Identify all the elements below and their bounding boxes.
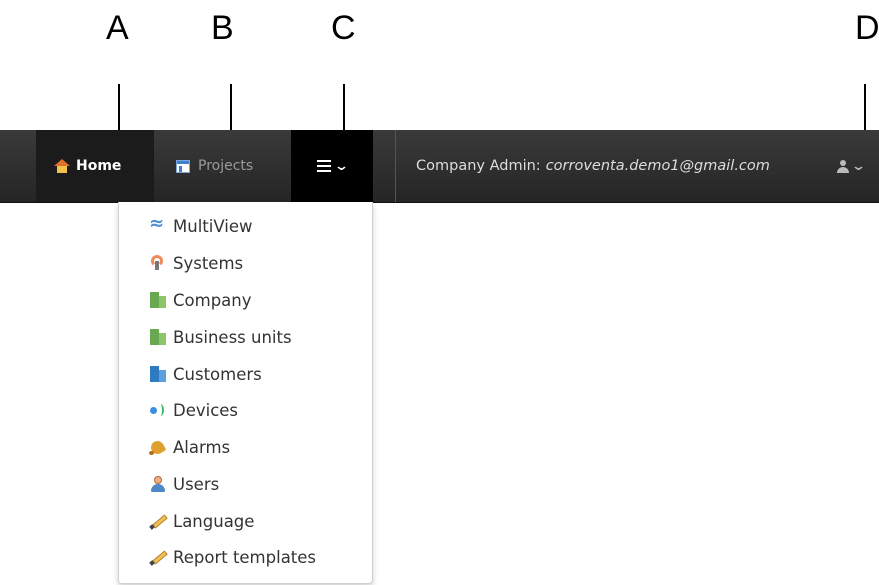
pencil-icon	[149, 513, 167, 529]
menu-item-language[interactable]: Language	[149, 507, 254, 535]
users-icon	[149, 476, 167, 492]
menu-item-systems[interactable]: Systems	[149, 249, 243, 277]
user-menu-toggle[interactable]: ⌄	[837, 130, 867, 202]
systems-icon	[149, 255, 167, 271]
projects-icon	[176, 159, 190, 173]
menu-item-company[interactable]: Company	[149, 286, 252, 314]
menu-item-customers[interactable]: Customers	[149, 360, 262, 388]
company-admin-info: Company Admin: corroventa.demo1@gmail.co…	[416, 130, 770, 202]
menu-item-label: Alarms	[173, 437, 231, 457]
nav-home-tab[interactable]: Home	[36, 130, 154, 202]
chevron-down-icon: ⌄	[333, 158, 350, 174]
pencil-icon	[149, 549, 167, 565]
menu-item-label: Report templates	[173, 547, 317, 567]
company-icon	[149, 292, 167, 308]
admin-role-label: Company Admin:	[416, 158, 541, 174]
menu-item-business-units[interactable]: Business units	[149, 323, 292, 351]
multiview-icon	[149, 213, 167, 234]
menu-item-label: Business units	[173, 327, 292, 347]
chevron-down-icon: ⌄	[850, 158, 867, 174]
user-icon	[837, 159, 849, 173]
menu-item-multiview[interactable]: MultiView	[149, 212, 253, 240]
menu-item-report-templates[interactable]: Report templates	[149, 543, 316, 571]
callout-label-b: B	[211, 9, 234, 47]
nav-home-label: Home	[76, 158, 122, 174]
menu-item-label: Users	[173, 474, 220, 494]
devices-icon	[149, 402, 167, 418]
alarms-icon	[149, 439, 167, 455]
menu-item-devices[interactable]: Devices	[149, 396, 238, 424]
menu-item-label: Devices	[173, 400, 239, 420]
nav-projects-tab[interactable]: Projects	[154, 130, 291, 202]
menu-item-alarms[interactable]: Alarms	[149, 433, 230, 461]
menu-item-label: Language	[173, 511, 255, 531]
callout-label-a: A	[106, 9, 129, 47]
menu-item-label: MultiView	[173, 216, 253, 236]
navbar-divider	[395, 130, 396, 202]
list-icon	[317, 160, 332, 172]
callout-label-d: D	[855, 9, 879, 47]
menu-item-label: Customers	[173, 364, 262, 384]
business-units-icon	[149, 329, 167, 345]
menu-item-label: Systems	[173, 253, 244, 273]
top-navbar: Home Projects ⌄ Company Admin: corrovent…	[0, 130, 879, 203]
main-menu-toggle[interactable]: ⌄	[291, 130, 373, 202]
menu-item-label: Company	[173, 290, 252, 310]
callout-label-c: C	[331, 9, 356, 47]
admin-email: corroventa.demo1@gmail.com	[545, 158, 770, 174]
main-menu-dropdown: MultiView Systems Company Business units…	[118, 202, 373, 584]
home-icon	[54, 159, 70, 173]
nav-projects-label: Projects	[198, 158, 254, 174]
menu-item-users[interactable]: Users	[149, 470, 219, 498]
customers-icon	[149, 366, 167, 382]
